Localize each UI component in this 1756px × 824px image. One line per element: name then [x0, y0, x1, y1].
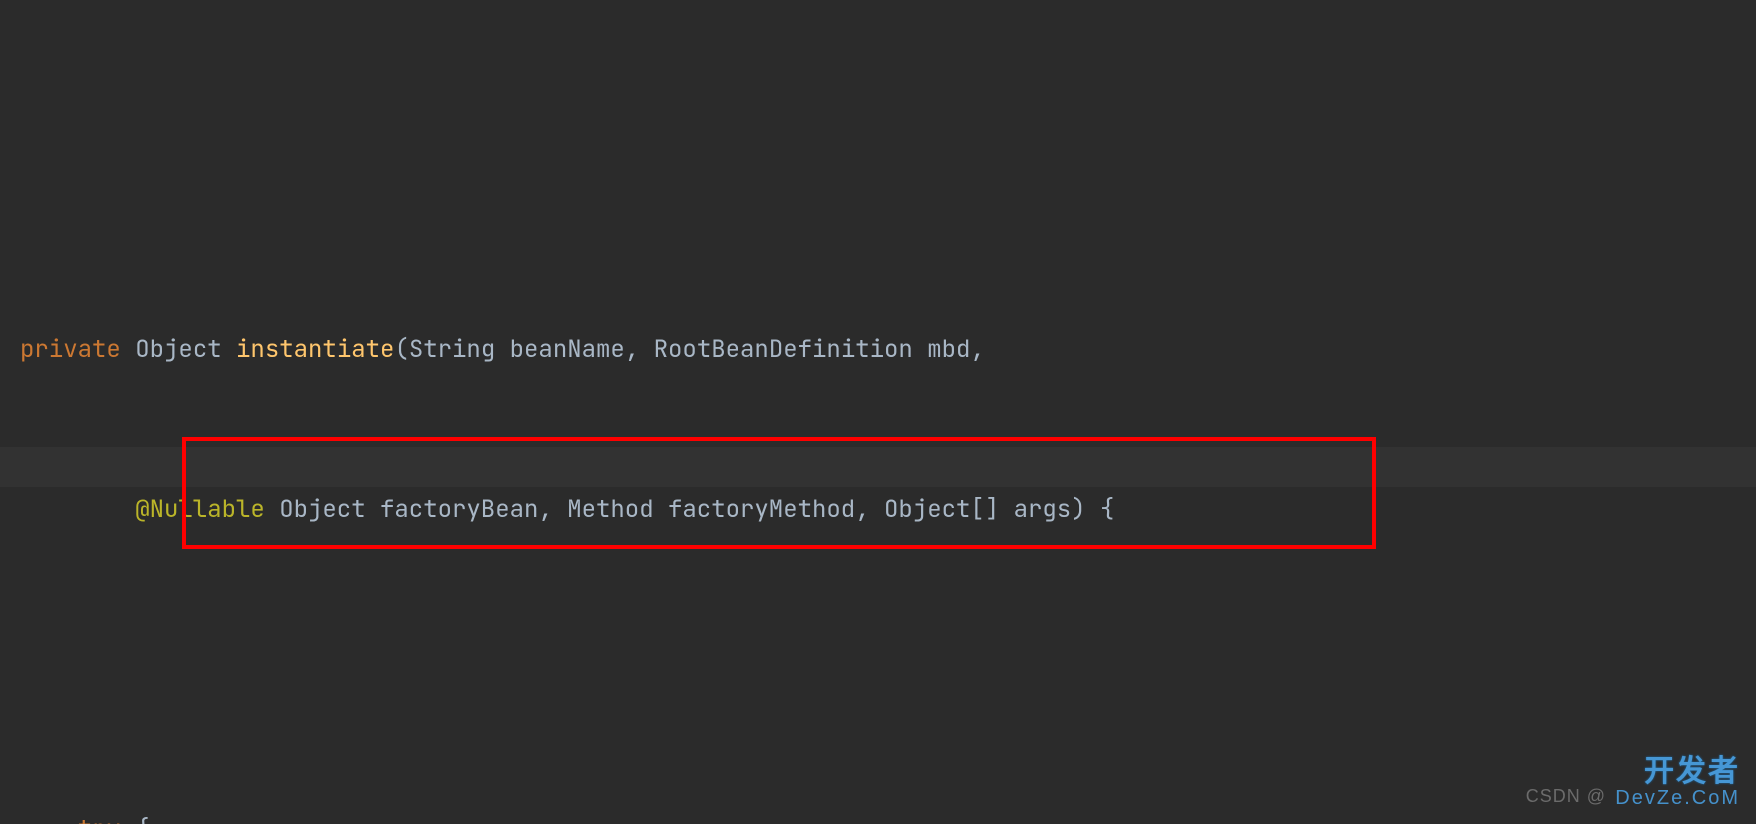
annotation-nullable: @Nullable	[135, 494, 265, 525]
signature-part: (String beanName, RootBeanDefinition mbd…	[394, 334, 984, 365]
brace: {	[121, 814, 150, 824]
method-name-instantiate: instantiate	[236, 334, 394, 365]
code-layer: private Object instantiate(String beanNa…	[0, 210, 1756, 824]
csdn-watermark: CSDN @	[1526, 776, 1606, 816]
type-object: Object	[135, 334, 221, 365]
watermark-bottom: DevZe.CoM	[1615, 778, 1740, 818]
code-line[interactable]: private Object instantiate(String beanNa…	[0, 330, 1756, 370]
code-editor[interactable]: private Object instantiate(String beanNa…	[0, 0, 1756, 824]
keyword-try: try	[78, 814, 121, 824]
code-line[interactable]: try {	[0, 810, 1756, 824]
keyword-private: private	[20, 334, 121, 365]
code-line-blank[interactable]	[0, 650, 1756, 690]
code-line[interactable]: @Nullable Object factoryBean, Method fac…	[0, 490, 1756, 530]
signature-part: Object factoryBean, Method factoryMethod…	[265, 494, 1115, 525]
